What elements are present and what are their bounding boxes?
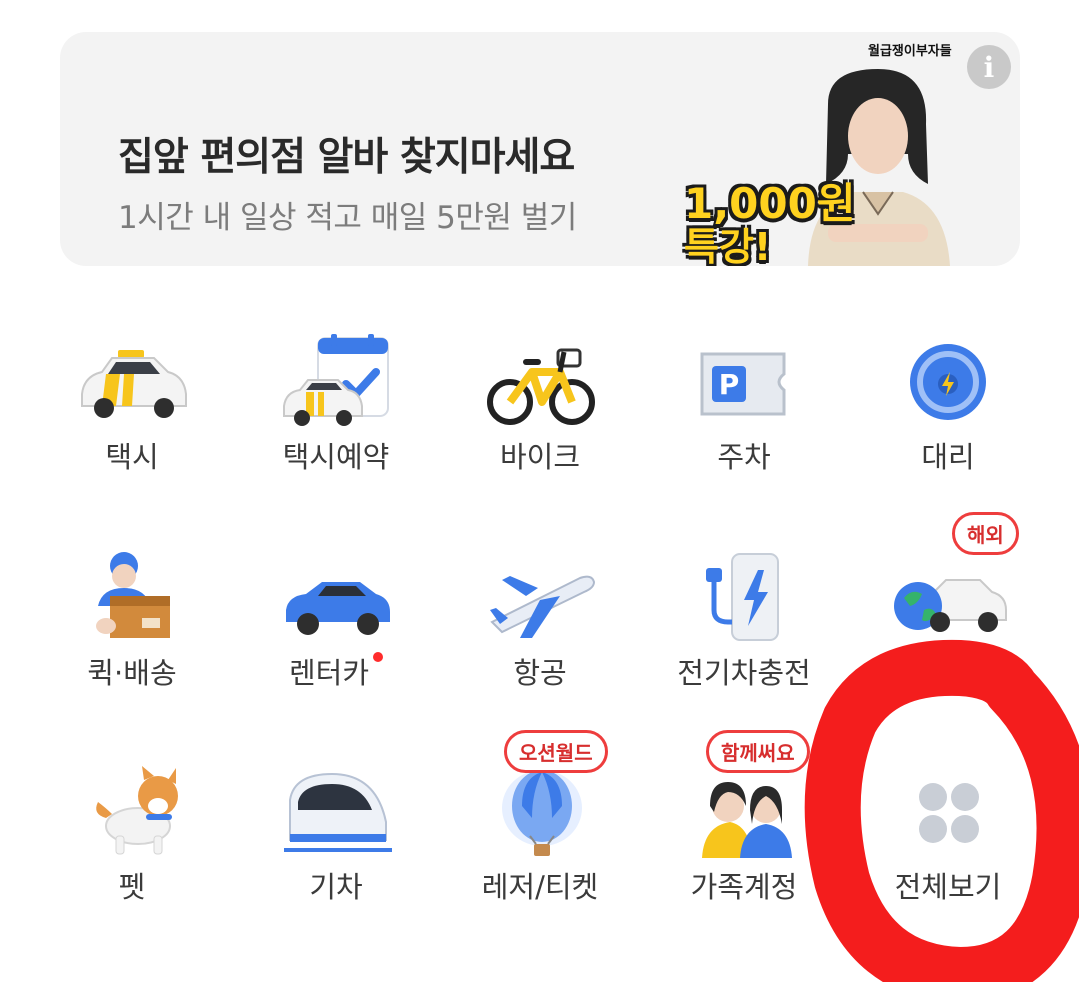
bike-icon (480, 332, 600, 432)
info-icon[interactable]: i (967, 45, 1011, 89)
global-car-icon (888, 548, 1008, 648)
menu-item-rental-car[interactable]: 렌터카 (234, 508, 438, 718)
menu-label: 택시예약 (282, 440, 390, 474)
together-badge: 함께써요 (706, 730, 810, 773)
menu-item-taxi-reservation[interactable]: 택시예약 (234, 292, 438, 502)
menu-item-designated-driver[interactable]: 대리 (846, 292, 1050, 502)
menu-label: 택시 (105, 440, 159, 474)
view-all-icon (888, 762, 1008, 862)
menu-item-pet[interactable]: 펫 (30, 722, 234, 932)
family-account-icon (684, 762, 804, 862)
menu-label: 레저/티켓 (481, 870, 599, 904)
menu-item-airplane[interactable]: 항공 (438, 508, 642, 718)
rental-car-icon (276, 548, 396, 648)
menu-label: 전체보기 (894, 870, 1002, 904)
menu-item-parking[interactable]: P 주차 (642, 292, 846, 502)
rental-car-label: 렌터카 (288, 656, 370, 690)
menu-item-bike[interactable]: 바이크 (438, 292, 642, 502)
leisure-ticket-icon (480, 762, 600, 862)
menu-item-train[interactable]: 기차 (234, 722, 438, 932)
menu-label: 펫 (118, 870, 146, 904)
menu-label: 가족계정 (690, 870, 798, 904)
quick-delivery-icon (72, 548, 192, 648)
menu-item-ev-charging[interactable]: 전기차충전 (642, 508, 846, 718)
svg-text:P: P (719, 368, 740, 401)
menu-item-family-account[interactable]: 가족계정 함께써요 (642, 722, 846, 932)
new-dot (373, 652, 384, 662)
menu-label: 바이크 (499, 440, 581, 474)
banner-subtitle: 1시간 내 일상 적고 매일 5만원 벌기 (118, 200, 577, 236)
pet-icon (72, 762, 192, 862)
overseas-badge: 해외 (952, 512, 1019, 555)
menu-item-leisure-ticket[interactable]: 레저/티켓 오션월드 (438, 722, 642, 932)
menu-item-taxi[interactable]: 택시 (30, 292, 234, 502)
airplane-icon (480, 548, 600, 648)
ev-charging-icon (684, 548, 804, 648)
train-icon (276, 762, 396, 862)
taxi-icon (72, 332, 192, 432)
menu-label: 항공 (513, 656, 567, 690)
ad-banner[interactable]: 집앞 편의점 알바 찾지마세요 1시간 내 일상 적고 매일 5만원 벌기 월급… (60, 32, 1020, 266)
brand-label: 월급쟁이부자들 (868, 44, 952, 59)
menu-label: 대리 (921, 440, 975, 474)
menu-label: 렌터카 (234, 650, 438, 692)
menu-label: 주차 (717, 440, 771, 474)
menu-label: 기차 (309, 870, 363, 904)
menu-item-view-all[interactable]: 전체보기 (846, 722, 1050, 932)
designated-driver-icon (888, 332, 1008, 432)
taxi-reservation-icon (276, 332, 396, 432)
menu-item-quick-delivery[interactable]: 퀵·배송 (30, 508, 234, 718)
parking-icon: P (684, 332, 804, 432)
banner-title: 집앞 편의점 알바 찾지마세요 (118, 135, 575, 180)
presenter-photo (808, 69, 950, 266)
ocean-world-badge: 오션월드 (504, 730, 608, 773)
promo-lecture: 특강! (684, 225, 772, 266)
menu-label: 퀵·배송 (87, 656, 177, 690)
menu-label: 전기차충전 (677, 656, 811, 690)
menu-item-global-car[interactable]: 해외 (846, 508, 1050, 718)
